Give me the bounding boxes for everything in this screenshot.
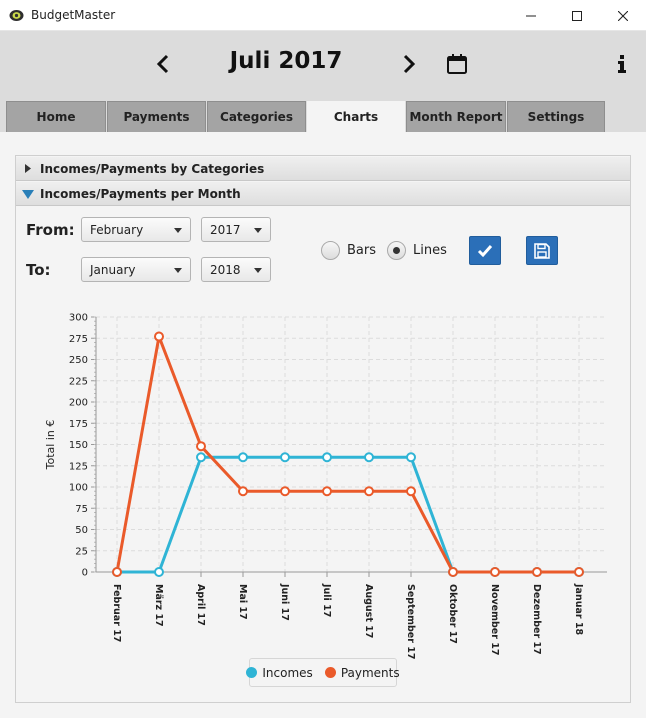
- x-tick-label: März 17: [153, 584, 164, 627]
- y-tick-label: 125: [69, 461, 88, 472]
- y-tick-label: 100: [69, 483, 88, 494]
- series-line-payments: [115, 335, 579, 574]
- data-point-payments: [448, 567, 458, 577]
- data-point-payments: [196, 441, 206, 452]
- x-tick-label: Mai 17: [237, 584, 248, 620]
- data-point-payments: [238, 486, 248, 497]
- data-point-payments: [112, 567, 122, 577]
- legend-payments-marker: [324, 667, 336, 678]
- y-tick-label: 25: [75, 546, 88, 557]
- data-point-payments: [490, 567, 500, 577]
- data-point-payments: [532, 567, 542, 577]
- data-point-incomes: [322, 452, 332, 463]
- data-point-incomes: [154, 567, 164, 577]
- data-point-incomes: [196, 452, 206, 463]
- y-tick-label: 275: [69, 334, 88, 345]
- legend-payments-label: Payments: [340, 665, 400, 680]
- x-tick-label: Juli 17: [321, 583, 332, 617]
- x-tick-label: Juni 17: [279, 583, 290, 621]
- y-tick-label: 200: [69, 398, 88, 409]
- data-point-incomes: [406, 452, 416, 463]
- chart-legend: Incomes Payments: [246, 658, 400, 687]
- data-point-incomes: [280, 452, 290, 463]
- monthly-line-chart: 0 25 50 75 100 125 150 175 200 225 250 275 300 Februa…: [44, 313, 607, 659]
- y-tick-label: 50: [75, 525, 88, 536]
- y-tick-label: 300: [69, 313, 88, 324]
- x-tick-label: April 17: [195, 584, 206, 626]
- y-tick-label: 75: [75, 504, 88, 515]
- data-point-payments: [574, 567, 584, 577]
- y-axis-label: Total in €: [44, 420, 57, 471]
- legend-item-incomes: Incomes: [246, 665, 313, 680]
- legend-incomes-marker: [246, 667, 258, 678]
- data-point-payments: [280, 486, 290, 497]
- x-tick-label: Januar 18: [573, 583, 584, 635]
- data-point-payments: [322, 486, 332, 497]
- y-tick-label: 225: [69, 376, 88, 387]
- data-point-incomes: [238, 452, 248, 463]
- data-point-incomes: [364, 452, 374, 463]
- x-tick-label: September 17: [405, 584, 416, 659]
- series-line-incomes: [117, 455, 579, 574]
- x-tick-label: Februar 17: [111, 584, 122, 642]
- legend-incomes-label: Incomes: [262, 665, 313, 680]
- y-tick-label: 175: [69, 419, 88, 430]
- x-tick-label: November 17: [489, 584, 500, 655]
- data-point-payments: [364, 486, 374, 497]
- x-tick-label: Dezember 17: [531, 584, 542, 655]
- data-point-payments: [406, 486, 416, 497]
- y-tick-label: 150: [69, 440, 88, 451]
- x-tick-label: Oktober 17: [447, 584, 458, 644]
- y-tick-label: 0: [82, 568, 88, 579]
- data-point-payments: [154, 331, 164, 342]
- y-tick-label: 250: [69, 355, 88, 366]
- legend-item-payments: Payments: [324, 665, 400, 680]
- x-tick-label: August 17: [363, 584, 374, 638]
